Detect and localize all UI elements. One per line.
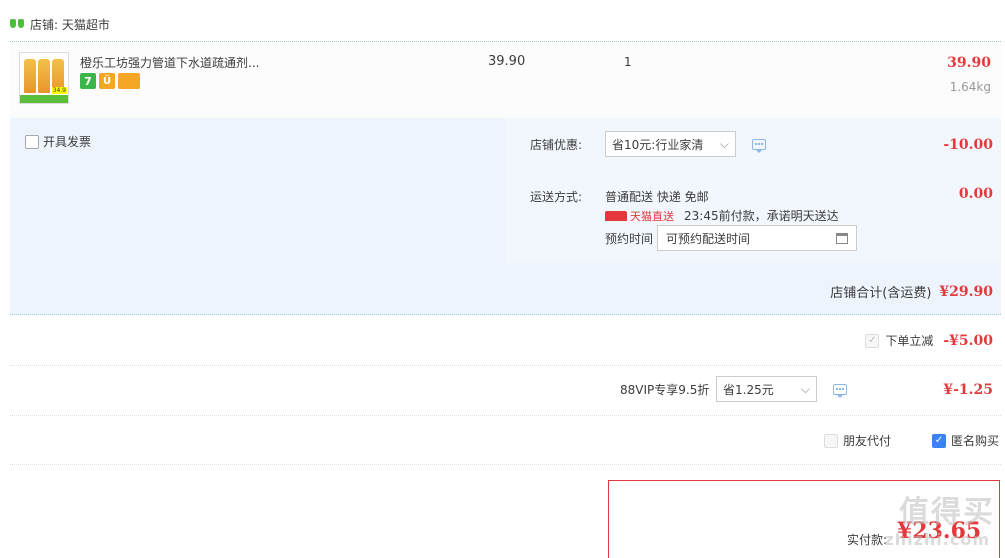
- card-payment-icon[interactable]: [118, 73, 140, 89]
- anonymous-checkbox[interactable]: ✓: [932, 433, 946, 448]
- product-thumbnail[interactable]: 34.9: [19, 52, 69, 104]
- shop-total-row: 店铺合计(含运费) ¥29.90: [830, 282, 993, 302]
- delivery-promise-row: 天猫直送 23:45前付款，承诺明天送达: [605, 207, 839, 224]
- shop-header: 店铺: 天猫超市: [10, 14, 110, 34]
- shop-discount-label: 店铺优惠:: [530, 138, 583, 152]
- schedule-label: 预约时间: [605, 232, 654, 246]
- unit-price: 39.90: [488, 54, 526, 69]
- payment-options-row: 朋友代付 ✓ 匿名购买: [10, 416, 1001, 465]
- chevron-down-icon: ⌵: [800, 381, 810, 396]
- calendar-icon: [836, 232, 848, 244]
- schedule-time-input[interactable]: 可预约配送时间: [657, 225, 857, 251]
- vip-discount-amount: ¥-1.25: [943, 382, 993, 398]
- vip-row: 88VIP专享9.5折 省1.25元 ⌵ ¥-1.25: [10, 366, 1001, 416]
- shop-total-amount: ¥29.90: [939, 283, 993, 300]
- delivery-promise: 23:45前付款，承诺明天送达: [684, 209, 839, 223]
- friend-pay-label: 朋友代付: [843, 434, 892, 448]
- order-discount-amount: -¥5.00: [943, 332, 993, 349]
- shop-total-label: 店铺合计(含运费): [830, 286, 932, 301]
- tmall-direct-label: 天猫直送: [630, 209, 674, 223]
- quantity: 1: [624, 55, 632, 69]
- message-icon[interactable]: [752, 139, 766, 153]
- invoice-label: 开具发票: [43, 135, 92, 149]
- friend-pay-option[interactable]: 朋友代付: [824, 432, 891, 449]
- order-discount-checkbox[interactable]: ✓: [865, 333, 880, 348]
- chevron-down-icon: ⌵: [719, 136, 729, 151]
- product-badges: 7 Ü: [80, 73, 140, 89]
- shop-summary-block: 开具发票 店铺优惠: 省10元:行业家清 ⌵ -10.00 运送方式: 普通配送…: [10, 118, 1001, 315]
- seven-day-return-icon[interactable]: 7: [80, 73, 96, 89]
- shop-name[interactable]: 店铺: 天猫超市: [30, 16, 110, 33]
- schedule-placeholder: 可预约配送时间: [666, 231, 751, 246]
- shop-discount-amount: -10.00: [943, 137, 993, 153]
- friend-pay-checkbox[interactable]: [824, 433, 838, 448]
- shop-discount-value: 省10元:行业家清: [612, 137, 704, 152]
- invoice-checkbox[interactable]: [25, 134, 39, 149]
- watermark-logo: 值得买: [899, 495, 995, 530]
- product-row: 34.9 橙乐工坊强力管道下水道疏通剂... 7 Ü 39.90 1 39.90…: [10, 41, 1001, 118]
- tmall-cat-icon: [10, 18, 24, 30]
- shipping-label: 运送方式:: [530, 190, 583, 204]
- thumbnail-price: 34.9: [51, 87, 67, 94]
- payment-label: 实付款:: [847, 533, 888, 547]
- guarantee-icon[interactable]: Ü: [99, 73, 115, 89]
- invoice-option[interactable]: 开具发票: [25, 133, 91, 150]
- vip-discount-select[interactable]: 省1.25元 ⌵: [716, 376, 817, 402]
- tmall-logo-icon: [605, 210, 627, 221]
- watermark-url: zhizhi.com: [884, 530, 990, 549]
- shipping-method: 普通配送 快递 免邮: [605, 190, 709, 204]
- tmall-direct-tag: 天猫直送: [605, 208, 674, 224]
- shipping-amount: 0.00: [958, 186, 993, 202]
- vip-label: 88VIP专享9.5折: [620, 383, 710, 397]
- message-icon[interactable]: [833, 384, 847, 398]
- order-discount-label: 下单立减: [885, 334, 934, 348]
- anonymous-label: 匿名购买: [951, 434, 1000, 448]
- shop-discount-select[interactable]: 省10元:行业家清 ⌵: [605, 131, 736, 157]
- order-discount-row: ✓ 下单立减 -¥5.00: [10, 316, 1001, 366]
- anonymous-purchase-option[interactable]: ✓ 匿名购买: [932, 432, 999, 449]
- vip-discount-value: 省1.25元: [723, 382, 774, 397]
- line-total: 39.90: [947, 55, 991, 71]
- product-weight: 1.64kg: [949, 80, 991, 94]
- product-title[interactable]: 橙乐工坊强力管道下水道疏通剂...: [80, 54, 259, 71]
- thumbnail-band: [20, 95, 68, 103]
